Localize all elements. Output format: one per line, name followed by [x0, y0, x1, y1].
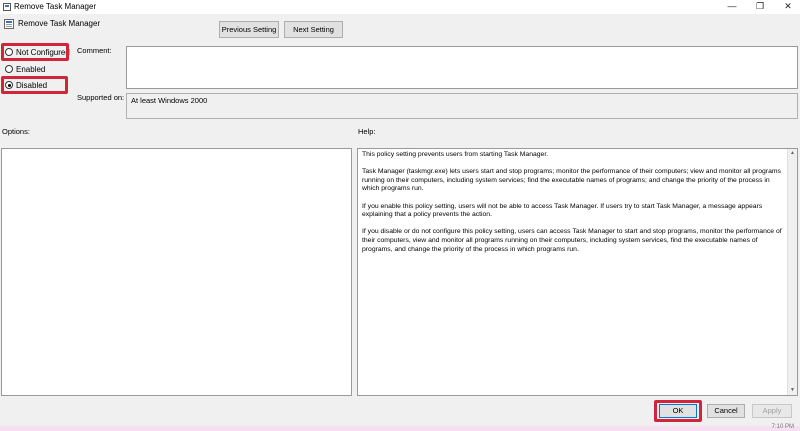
not-configured-highlight	[1, 43, 69, 61]
supported-on-value: At least Windows 2000	[131, 96, 208, 105]
options-label: Options:	[2, 127, 30, 136]
help-paragraph: Task Manager (taskmgr.exe) lets users st…	[362, 168, 781, 193]
enabled-radio[interactable]	[5, 65, 13, 73]
help-label: Help:	[358, 127, 376, 136]
enabled-option[interactable]: Enabled	[5, 62, 45, 76]
comment-textarea[interactable]	[126, 46, 798, 89]
minimize-icon[interactable]: —	[722, 0, 742, 12]
cancel-button[interactable]: Cancel	[707, 404, 745, 418]
options-panel	[1, 148, 352, 396]
enabled-label: Enabled	[16, 64, 46, 74]
taskbar-clock: 7:10 PM	[771, 424, 794, 430]
title-bar: Remove Task Manager — ❐ ✕	[0, 0, 800, 14]
close-icon[interactable]: ✕	[778, 0, 798, 12]
help-paragraph: This policy setting prevents users from …	[362, 151, 549, 158]
scroll-up-icon[interactable]: ▲	[788, 149, 797, 158]
comment-label: Comment:	[77, 46, 112, 55]
setting-title: Remove Task Manager	[18, 19, 101, 28]
help-paragraph: If you enable this policy setting, users…	[362, 202, 763, 219]
previous-setting-button[interactable]: Previous Setting	[219, 21, 279, 38]
supported-on-field: At least Windows 2000	[126, 93, 798, 119]
window-title: Remove Task Manager	[14, 2, 97, 11]
help-paragraph: If you disable or do not configure this …	[362, 228, 782, 253]
next-setting-button[interactable]: Next Setting	[284, 21, 343, 38]
policy-app-icon	[3, 3, 11, 11]
disabled-highlight	[1, 76, 68, 94]
policy-setting-icon	[4, 19, 14, 29]
ok-button[interactable]: OK	[659, 404, 697, 418]
taskbar	[0, 426, 800, 431]
help-panel: This policy setting prevents users from …	[357, 148, 798, 396]
supported-on-label: Supported on:	[77, 93, 125, 102]
restore-icon[interactable]: ❐	[750, 0, 770, 12]
help-scrollbar[interactable]: ▲ ▼	[787, 149, 797, 395]
apply-button[interactable]: Apply	[752, 404, 792, 418]
scroll-down-icon[interactable]: ▼	[788, 386, 797, 395]
help-text: This policy setting prevents users from …	[362, 151, 783, 263]
